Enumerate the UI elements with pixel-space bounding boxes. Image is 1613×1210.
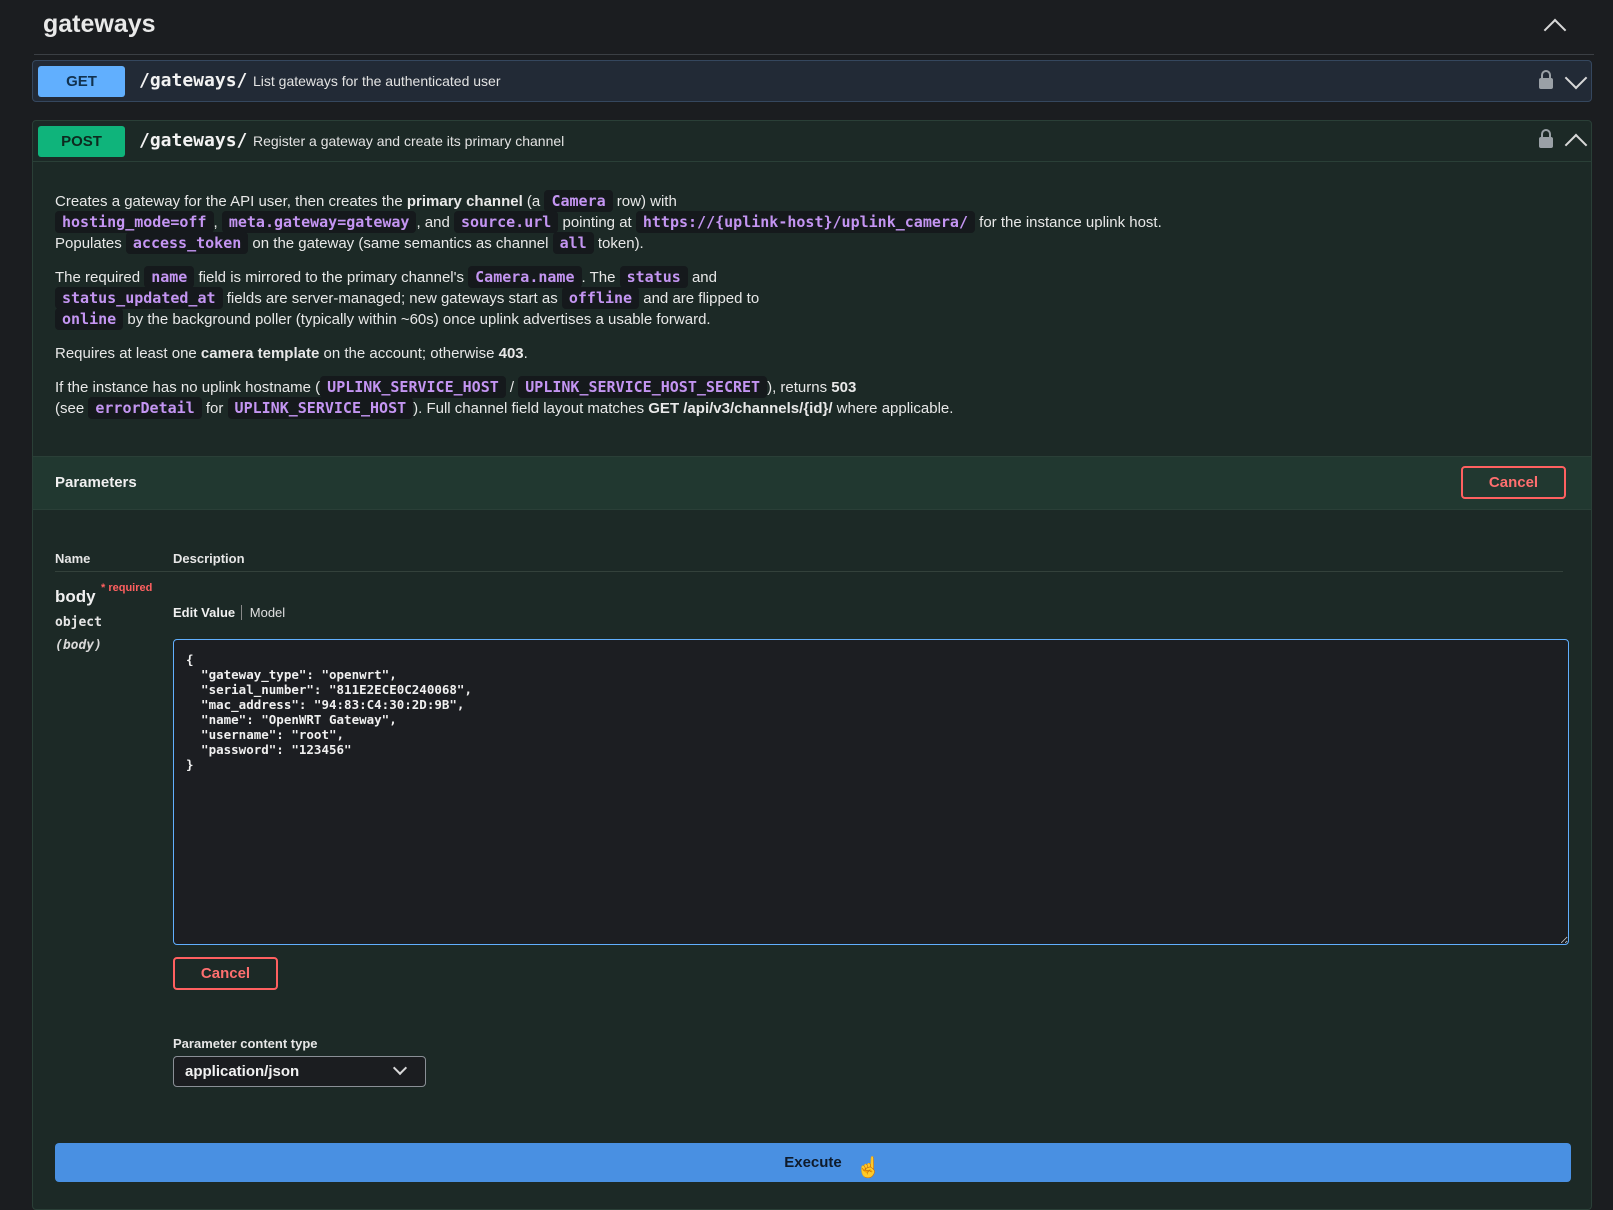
column-header-name: Name	[55, 551, 91, 566]
inline-code: Camera.name	[468, 266, 582, 288]
method-badge-post[interactable]: POST	[38, 126, 125, 157]
inline-code: all	[552, 232, 594, 254]
chevron-up-icon[interactable]	[1564, 133, 1588, 157]
inline-code: status	[619, 266, 688, 288]
method-badge-get: GET	[38, 66, 125, 97]
tag-header[interactable]: gateways	[34, 0, 1594, 55]
inline-code: Camera	[544, 190, 613, 212]
inline-code: UPLINK_SERVICE_HOST	[227, 397, 414, 419]
divider	[33, 161, 1591, 162]
chevron-down-icon	[392, 1060, 408, 1076]
inline-code: UPLINK_SERVICE_HOST	[320, 376, 506, 398]
parameters-header: Parameters Cancel	[33, 456, 1591, 510]
tab-edit-value[interactable]: Edit Value	[173, 605, 243, 620]
inline-code: UPLINK_SERVICE_HOST_SECRET	[518, 376, 768, 398]
inline-code: source.url	[454, 211, 559, 233]
inline-code: hosting_mode=off	[55, 211, 214, 233]
column-header-description: Description	[173, 551, 245, 566]
tag-title: gateways	[43, 10, 156, 38]
param-type: object	[55, 615, 102, 630]
opblock-get-gateways[interactable]: GET /gateways/ List gateways for the aut…	[32, 60, 1592, 102]
opblock-post-gateways: POST /gateways/ Register a gateway and c…	[32, 120, 1592, 1210]
lock-icon[interactable]	[1539, 70, 1553, 89]
inline-code: access_token	[125, 232, 249, 254]
chevron-down-icon[interactable]	[1564, 66, 1588, 90]
lock-icon[interactable]	[1539, 129, 1553, 148]
pointer-cursor-icon: ☝	[856, 1157, 881, 1179]
body-cancel-button[interactable]: Cancel	[173, 957, 278, 990]
description-paragraph: The required name field is mirrored to t…	[55, 266, 760, 330]
op-description: Creates a gateway for the API user, then…	[55, 190, 1495, 432]
description-paragraph: If the instance has no uplink hostname (…	[55, 376, 954, 419]
content-type-select[interactable]: application/json	[173, 1056, 426, 1087]
description-paragraph: Creates a gateway for the API user, then…	[55, 190, 1162, 254]
inline-code: meta.gateway=gateway	[221, 211, 417, 233]
execute-button[interactable]: Execute	[55, 1143, 1571, 1182]
description-paragraph: Requires at least one camera template on…	[55, 345, 528, 362]
request-body-editor[interactable]	[173, 639, 1569, 945]
inline-code: https://{uplink-host}/uplink_camera/	[635, 211, 975, 233]
op-summary: List gateways for the authenticated user	[253, 73, 501, 89]
try-out-cancel-button[interactable]: Cancel	[1461, 466, 1566, 499]
content-type-value: application/json	[185, 1063, 300, 1080]
param-location: (body)	[55, 638, 102, 653]
divider	[55, 571, 1563, 572]
op-summary[interactable]: Register a gateway and create its primar…	[253, 133, 564, 149]
tab-model[interactable]: Model	[246, 605, 285, 620]
body-tabs: Edit Value Model	[173, 605, 285, 620]
inline-code: name	[144, 266, 195, 288]
required-marker: * required	[101, 582, 153, 594]
content-type-label: Parameter content type	[173, 1036, 318, 1051]
parameters-title: Parameters	[55, 474, 137, 491]
param-name: body	[55, 587, 96, 606]
inline-code: offline	[561, 287, 640, 309]
inline-code: errorDetail	[88, 397, 202, 419]
op-path[interactable]: /gateways/	[139, 130, 247, 151]
inline-code: status_updated_at	[55, 287, 223, 309]
op-path: /gateways/	[139, 70, 248, 91]
chevron-up-icon[interactable]	[1543, 18, 1567, 42]
inline-code: online	[55, 308, 124, 330]
